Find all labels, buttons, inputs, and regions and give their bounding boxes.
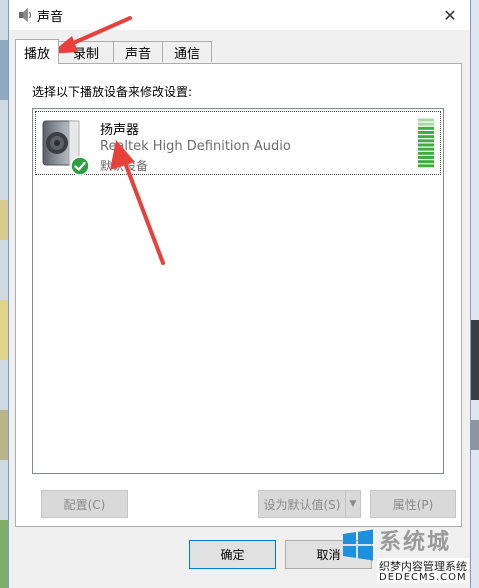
desktop-background-left xyxy=(0,0,8,588)
device-status: 默认设备 xyxy=(100,159,149,173)
close-icon: ✕ xyxy=(443,5,457,25)
tab-label: 通信 xyxy=(173,46,200,62)
level-segment xyxy=(418,160,434,164)
volume-level-meter xyxy=(418,118,434,168)
button-label: 设为默认值(S) xyxy=(263,497,341,512)
tab-communications[interactable]: 通信 xyxy=(162,41,212,62)
tab-recording[interactable]: 录制 xyxy=(58,41,114,62)
device-name: 扬声器 xyxy=(100,123,140,138)
instruction-text: 选择以下播放设备来修改设置: xyxy=(32,85,193,99)
device-description: Realtek High Definition Audio xyxy=(100,139,291,154)
watermark: 系统城 织梦内容管理系统 DEDECMS.COM xyxy=(339,522,479,588)
level-segment xyxy=(418,164,434,168)
level-segment xyxy=(418,135,434,139)
speaker-icon xyxy=(19,8,32,22)
level-segment xyxy=(418,118,434,122)
title-bar[interactable]: 声音 ✕ xyxy=(9,0,470,30)
sound-dialog: 声音 ✕ 播放 录制 声音 通信 选择以下播放设备来修改设置: 扬声器 Real… xyxy=(8,0,471,588)
configure-button[interactable]: 配置(C) xyxy=(41,490,128,518)
close-button[interactable]: ✕ xyxy=(430,0,470,30)
set-default-button[interactable]: 设为默认值(S) xyxy=(258,490,346,518)
watermark-url: DEDECMS.COM xyxy=(377,572,469,583)
tab-playback[interactable]: 播放 xyxy=(15,39,59,64)
button-label: 确定 xyxy=(220,548,245,562)
level-segment xyxy=(418,151,434,155)
windows-logo-icon xyxy=(343,529,373,561)
playback-panel: 选择以下播放设备来修改设置: 扬声器 Realtek High Definiti… xyxy=(15,63,462,527)
level-segment xyxy=(418,122,434,126)
tab-label: 声音 xyxy=(124,46,151,62)
tab-label: 播放 xyxy=(23,46,50,62)
set-default-dropdown-button[interactable]: ▼ xyxy=(345,490,361,518)
button-label: 配置(C) xyxy=(63,497,106,512)
watermark-brand: 系统城 xyxy=(379,530,452,555)
device-item-speakers[interactable]: 扬声器 Realtek High Definition Audio 默认设备 xyxy=(35,111,441,176)
ok-button[interactable]: 确定 xyxy=(189,540,276,569)
check-badge-icon xyxy=(70,156,90,176)
level-segment xyxy=(418,143,434,147)
level-segment xyxy=(418,139,434,143)
level-segment xyxy=(418,126,434,130)
chevron-down-icon: ▼ xyxy=(349,499,357,509)
properties-button[interactable]: 属性(P) xyxy=(370,490,456,518)
level-segment xyxy=(418,131,434,134)
level-segment xyxy=(418,156,434,159)
button-label: 属性(P) xyxy=(392,497,434,512)
tab-sounds[interactable]: 声音 xyxy=(113,41,163,62)
tab-label: 录制 xyxy=(72,46,99,62)
button-label: 取消 xyxy=(316,548,341,562)
device-list[interactable]: 扬声器 Realtek High Definition Audio 默认设备 xyxy=(32,108,444,474)
window-title: 声音 xyxy=(37,10,64,25)
level-segment xyxy=(418,147,434,151)
